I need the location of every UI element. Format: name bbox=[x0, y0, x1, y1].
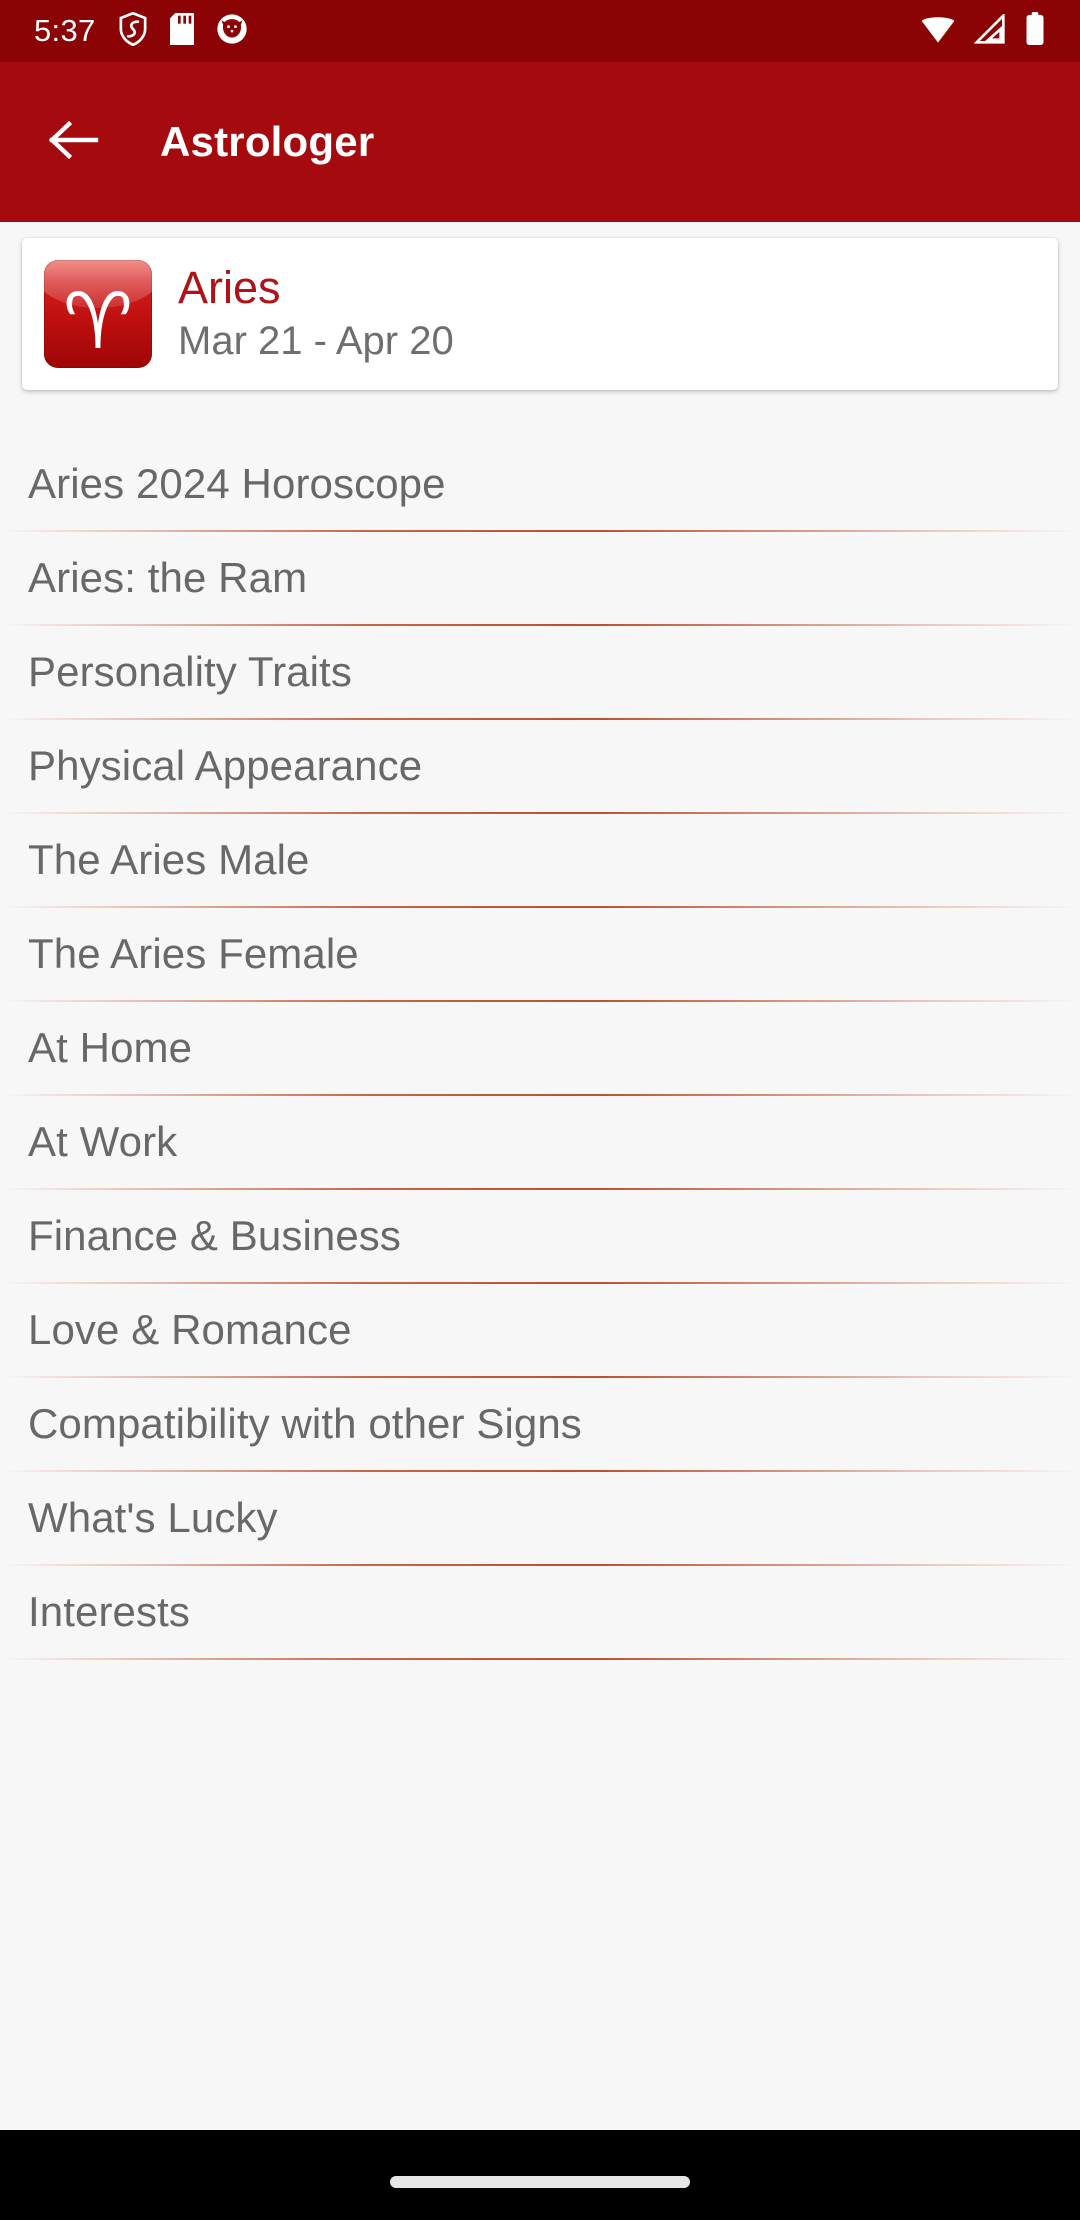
list-item[interactable]: At Work bbox=[0, 1096, 1080, 1188]
topic-list: Aries 2024 Horoscope Aries: the Ram Pers… bbox=[0, 438, 1080, 1660]
list-item-label: The Aries Male bbox=[28, 836, 310, 883]
content-area: ♈ Aries Mar 21 - Apr 20 Aries 2024 Horos… bbox=[0, 222, 1080, 2130]
sign-date-range: Mar 21 - Apr 20 bbox=[178, 319, 454, 364]
cellular-signal-icon bbox=[973, 11, 1006, 49]
sign-name: Aries bbox=[178, 261, 281, 313]
list-item-label: At Work bbox=[28, 1118, 178, 1165]
list-item-label: What's Lucky bbox=[28, 1494, 278, 1541]
phone-screen: 5:37 Astrologer ♈ Aries Mar 21 - Apr 20 … bbox=[0, 0, 1080, 2220]
list-item-label: Finance & Business bbox=[28, 1212, 401, 1259]
list-item[interactable]: Compatibility with other Signs bbox=[0, 1378, 1080, 1470]
sign-header-card[interactable]: ♈ Aries Mar 21 - Apr 20 bbox=[22, 238, 1058, 390]
list-item-label: Interests bbox=[28, 1588, 190, 1635]
status-bar-left: 5:37 bbox=[34, 11, 248, 51]
list-item-label: Aries: the Ram bbox=[28, 554, 308, 601]
list-item[interactable]: Interests bbox=[0, 1566, 1080, 1658]
status-bar-right bbox=[920, 11, 1046, 51]
aries-zodiac-icon: ♈ bbox=[44, 260, 152, 368]
shield-icon bbox=[118, 11, 148, 51]
page-title: Astrologer bbox=[160, 118, 375, 165]
back-button[interactable] bbox=[26, 94, 122, 190]
list-item-label: Compatibility with other Signs bbox=[28, 1400, 582, 1447]
sd-card-icon bbox=[169, 12, 194, 50]
list-item[interactable]: Love & Romance bbox=[0, 1284, 1080, 1376]
arrow-left-icon bbox=[48, 118, 100, 167]
list-item[interactable]: At Home bbox=[0, 1002, 1080, 1094]
list-item-label: Aries 2024 Horoscope bbox=[28, 460, 446, 507]
aries-ram-glyph: ♈ bbox=[63, 277, 133, 367]
list-item[interactable]: Personality Traits bbox=[0, 626, 1080, 718]
list-item[interactable]: Finance & Business bbox=[0, 1190, 1080, 1282]
list-item[interactable]: What's Lucky bbox=[0, 1472, 1080, 1564]
list-item-label: Love & Romance bbox=[28, 1306, 352, 1353]
list-item[interactable]: Aries: the Ram bbox=[0, 532, 1080, 624]
sign-card-text: Aries Mar 21 - Apr 20 bbox=[178, 261, 454, 365]
list-item[interactable]: Physical Appearance bbox=[0, 720, 1080, 812]
app-bar: Astrologer bbox=[0, 62, 1080, 222]
battery-icon bbox=[1024, 11, 1046, 51]
home-gesture-pill[interactable] bbox=[390, 2176, 690, 2188]
list-item[interactable]: The Aries Female bbox=[0, 908, 1080, 1000]
status-bar-clock: 5:37 bbox=[34, 13, 96, 48]
wifi-icon bbox=[920, 14, 956, 49]
status-bar: 5:37 bbox=[0, 0, 1080, 62]
list-divider bbox=[0, 1658, 1080, 1660]
system-navigation-bar bbox=[0, 2130, 1080, 2220]
list-item-label: Personality Traits bbox=[28, 648, 352, 695]
app-notification-icon bbox=[216, 13, 248, 50]
list-item-label: The Aries Female bbox=[28, 930, 359, 977]
list-item[interactable]: Aries 2024 Horoscope bbox=[0, 438, 1080, 530]
list-item[interactable]: The Aries Male bbox=[0, 814, 1080, 906]
list-item-label: At Home bbox=[28, 1024, 193, 1071]
list-item-label: Physical Appearance bbox=[28, 742, 423, 789]
